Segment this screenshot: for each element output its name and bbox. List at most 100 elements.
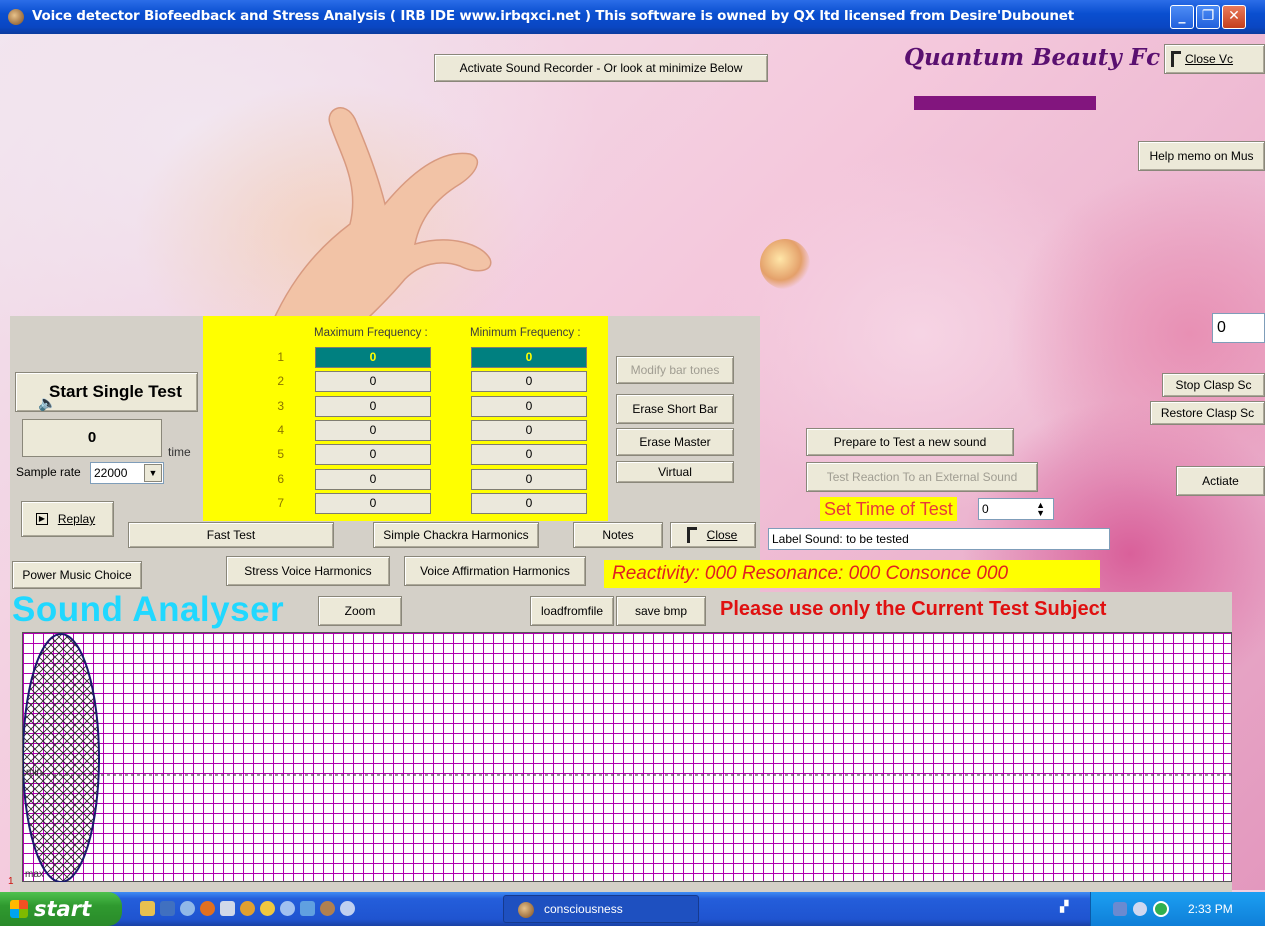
- max-frequency-cell[interactable]: 0: [315, 493, 431, 514]
- quicklaunch-icon[interactable]: [280, 901, 295, 916]
- max-frequency-cell[interactable]: 0: [315, 371, 431, 392]
- zoom-button[interactable]: Zoom: [318, 596, 402, 626]
- min-frequency-cell[interactable]: 0: [471, 396, 587, 417]
- sample-rate-value: 22000: [94, 466, 128, 480]
- max-frequency-cell[interactable]: 0: [315, 396, 431, 417]
- start-single-test-button[interactable]: 🔈 Start Single Test: [15, 372, 198, 412]
- quicklaunch-icon[interactable]: [260, 901, 275, 916]
- modify-bar-tones-button[interactable]: Modify bar tones: [616, 356, 734, 384]
- tray-icon[interactable]: [1133, 902, 1147, 916]
- fast-test-button[interactable]: Fast Test: [128, 522, 334, 548]
- tray-icon[interactable]: [1113, 902, 1127, 916]
- window-title: Voice detector Biofeedback and Stress An…: [32, 8, 1074, 24]
- quicklaunch-icon[interactable]: [220, 901, 235, 916]
- quicklaunch-icon[interactable]: [320, 901, 335, 916]
- stop-clasp-button[interactable]: Stop Clasp Sc: [1162, 373, 1265, 397]
- quicklaunch-icon[interactable]: [160, 901, 175, 916]
- windows-logo-icon: [10, 900, 28, 918]
- network-icon[interactable]: ▞: [1060, 900, 1068, 913]
- grid-gutter: [10, 632, 22, 892]
- min-frequency-header: Minimum Frequency :: [470, 327, 581, 339]
- close-window-button[interactable]: ✕: [1222, 5, 1246, 29]
- taskbar: start consciousness ▞ 2:33 PM: [0, 892, 1265, 926]
- row-number: 6: [277, 472, 284, 486]
- max-frequency-header: Maximum Frequency :: [314, 327, 428, 339]
- quicklaunch-icon[interactable]: [240, 901, 255, 916]
- quicklaunch-icon[interactable]: [140, 901, 155, 916]
- min-label: min: [26, 767, 43, 778]
- stress-voice-harmonics-button[interactable]: Stress Voice Harmonics: [226, 556, 390, 586]
- sound-grid[interactable]: min max: [22, 632, 1233, 883]
- quicklaunch-icon[interactable]: [200, 901, 215, 916]
- taskbar-item[interactable]: consciousness: [503, 895, 699, 923]
- min-frequency-cell[interactable]: 0: [471, 420, 587, 441]
- minimize-button[interactable]: _: [1170, 5, 1194, 29]
- row-number: 2: [277, 374, 284, 388]
- row-number: 1: [277, 350, 284, 364]
- close-panel-label: Close: [706, 528, 738, 542]
- max-label: max: [25, 869, 44, 880]
- replay-button[interactable]: ▶ Replay: [21, 501, 114, 537]
- label-sound-field[interactable]: Label Sound: to be tested: [768, 528, 1110, 550]
- save-bmp-button[interactable]: save bmp: [616, 596, 706, 626]
- title-bar: Voice detector Biofeedback and Stress An…: [0, 0, 1265, 34]
- max-frequency-cell[interactable]: 0: [315, 444, 431, 465]
- set-time-spinner[interactable]: 0 ▲ ▼: [978, 498, 1054, 520]
- door-icon: [687, 527, 697, 543]
- max-frequency-cell[interactable]: 0: [315, 420, 431, 441]
- virtual-button[interactable]: Virtual: [616, 461, 734, 483]
- quicklaunch-icon[interactable]: [340, 901, 355, 916]
- row-number: 5: [277, 447, 284, 461]
- speaker-icon: 🔈: [38, 395, 57, 412]
- row-number: 7: [277, 496, 284, 510]
- spinner-arrows-icon[interactable]: ▲ ▼: [1036, 501, 1045, 518]
- start-button[interactable]: start: [0, 892, 122, 926]
- erase-master-button[interactable]: Erase Master: [616, 428, 734, 456]
- activate-right-button[interactable]: Actiate: [1176, 466, 1265, 496]
- quicklaunch-icon[interactable]: [300, 901, 315, 916]
- analyser-bottom-strip: 1: [8, 876, 1232, 892]
- restore-clasp-button[interactable]: Restore Clasp Sc: [1150, 401, 1265, 425]
- min-frequency-cell[interactable]: 0: [471, 469, 587, 490]
- min-frequency-cell[interactable]: 0: [471, 493, 587, 514]
- close-panel-button[interactable]: Close: [670, 522, 756, 548]
- min-frequency-cell[interactable]: 0: [471, 347, 587, 368]
- voice-affirmation-harmonics-button[interactable]: Voice Affirmation Harmonics: [404, 556, 586, 586]
- close-voice-button[interactable]: Close Vc: [1164, 44, 1265, 74]
- row-marker: 1: [8, 876, 14, 887]
- door-icon: [1171, 51, 1181, 67]
- system-tray: [1090, 892, 1265, 926]
- max-frequency-cell[interactable]: 0: [315, 347, 431, 368]
- set-time-value: 0: [982, 502, 989, 516]
- min-frequency-cell[interactable]: 0: [471, 444, 587, 465]
- counter-display: 0: [22, 419, 162, 457]
- simple-chackra-harmonics-button[interactable]: Simple Chackra Harmonics: [373, 522, 539, 548]
- row-number: 3: [277, 399, 284, 413]
- row-number: 4: [277, 423, 284, 437]
- start-label: start: [34, 897, 92, 921]
- time-label: time: [168, 445, 191, 459]
- erase-short-bar-button[interactable]: Erase Short Bar: [616, 394, 734, 424]
- right-value-field[interactable]: 0: [1212, 313, 1265, 343]
- app-icon: [8, 9, 24, 25]
- sample-rate-label: Sample rate: [16, 465, 81, 479]
- app-icon: [518, 902, 534, 918]
- max-frequency-cell[interactable]: 0: [315, 469, 431, 490]
- activate-sound-recorder-button[interactable]: Activate Sound Recorder - Or look at min…: [434, 54, 768, 82]
- power-music-choice-button[interactable]: Power Music Choice: [12, 561, 142, 589]
- tray-icon[interactable]: [1153, 901, 1169, 917]
- notes-button[interactable]: Notes: [573, 522, 663, 548]
- play-icon: ▶: [36, 513, 48, 525]
- brand-bar: [914, 96, 1096, 110]
- load-from-file-button[interactable]: loadfromfile: [530, 596, 614, 626]
- help-memo-button[interactable]: Help memo on Mus: [1138, 141, 1265, 171]
- chevron-down-icon[interactable]: ▼: [144, 464, 162, 482]
- sample-rate-select[interactable]: 22000 ▼: [90, 462, 164, 484]
- test-reaction-external-button[interactable]: Test Reaction To an External Sound: [806, 462, 1038, 492]
- notice-text: Please use only the Current Test Subject: [720, 598, 1107, 620]
- maximize-button[interactable]: ❐: [1196, 5, 1220, 29]
- quicklaunch-icon[interactable]: [180, 901, 195, 916]
- prepare-new-sound-button[interactable]: Prepare to Test a new sound: [806, 428, 1014, 456]
- replay-label: Replay: [57, 512, 96, 526]
- min-frequency-cell[interactable]: 0: [471, 371, 587, 392]
